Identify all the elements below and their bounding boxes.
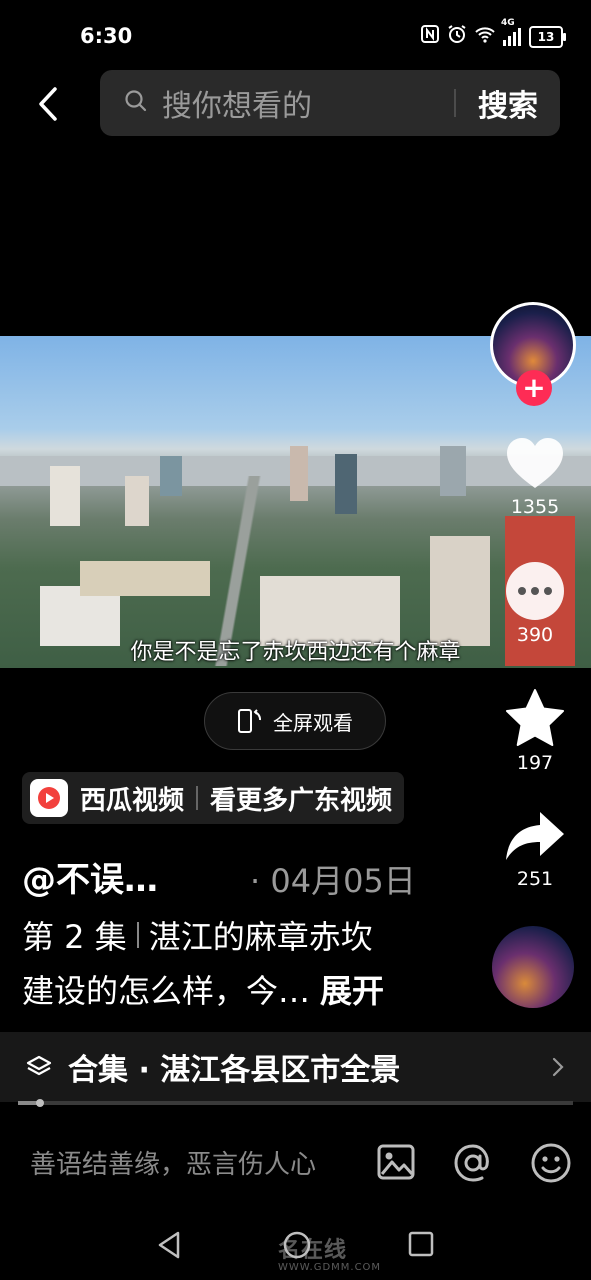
collection-label: 合集 · 湛江各县区市全景	[68, 1053, 401, 1088]
nav-back-icon[interactable]	[156, 1230, 182, 1264]
image-upload-icon[interactable]	[376, 1142, 418, 1184]
status-time: 6:30	[80, 24, 133, 48]
post-date: · 04月05日	[250, 862, 416, 900]
music-disc-icon[interactable]	[492, 926, 574, 1008]
promo-divider	[196, 786, 199, 810]
fullscreen-button[interactable]: 全屏观看	[204, 692, 386, 750]
nfc-icon	[421, 25, 439, 48]
share-arrow-icon	[506, 812, 564, 860]
xigua-app-name: 西瓜视频	[80, 785, 185, 816]
post-title-part2: 建设的怎么样，今…	[22, 972, 311, 1010]
search-divider	[454, 89, 456, 117]
rotate-screen-icon	[238, 709, 261, 733]
back-arrow-icon	[39, 87, 57, 121]
share-count: 251	[516, 868, 554, 890]
wifi-icon	[475, 25, 495, 48]
follow-button[interactable]: +	[516, 370, 552, 406]
comment-icon	[506, 562, 564, 620]
post-description-line1: 第 2 集 湛江的麻章赤坎	[22, 912, 373, 958]
status-icons: 4G 13	[421, 18, 566, 49]
episode-label: 第 2 集	[22, 918, 127, 956]
chevron-right-icon	[552, 1057, 564, 1077]
xigua-cta: 看更多广东视频	[210, 785, 393, 816]
collection-bar[interactable]: 合集 · 湛江各县区市全景	[0, 1032, 591, 1102]
signal-icon: 4G	[501, 18, 521, 46]
fullscreen-label: 全屏观看	[273, 710, 353, 735]
xigua-promo-tag[interactable]: 西瓜视频 看更多广东视频	[22, 772, 405, 824]
like-button[interactable]: 1355	[498, 436, 572, 518]
share-button[interactable]: 251	[498, 810, 572, 890]
search-bar[interactable]: 搜你想看的 搜索	[100, 70, 560, 136]
layers-icon	[26, 1055, 52, 1076]
comment-count: 390	[516, 624, 554, 646]
battery-indicator: 13	[529, 25, 566, 48]
nav-home-icon[interactable]	[282, 1230, 312, 1264]
episode-divider	[136, 922, 139, 948]
post-description-line2: 建设的怎么样，今… 展开	[22, 966, 384, 1012]
xigua-logo-icon	[30, 779, 68, 817]
nav-recents-icon[interactable]	[408, 1230, 434, 1262]
search-icon	[124, 89, 148, 117]
expand-button[interactable]: 展开	[320, 972, 384, 1010]
post-title-part1: 湛江的麻章赤坎	[148, 918, 373, 956]
video-progress-bar[interactable]	[18, 1101, 573, 1105]
mention-icon[interactable]	[452, 1142, 494, 1184]
comment-input[interactable]: 善语结善缘，恶言伤人心	[30, 1144, 316, 1181]
back-button[interactable]	[28, 82, 68, 126]
star-icon	[506, 689, 564, 746]
favorite-button[interactable]: 197	[498, 688, 572, 774]
video-progress-handle[interactable]	[36, 1099, 44, 1107]
search-input[interactable]: 搜你想看的	[162, 81, 454, 125]
heart-icon	[507, 438, 563, 488]
author-name[interactable]: @不误…	[22, 852, 158, 901]
alarm-icon	[447, 24, 467, 49]
battery-level: 13	[537, 29, 555, 44]
like-count: 1355	[510, 496, 560, 518]
comment-button[interactable]: 390	[498, 562, 572, 646]
network-type: 4G	[501, 17, 515, 28]
favorite-count: 197	[516, 752, 554, 774]
emoji-icon[interactable]	[530, 1142, 572, 1184]
search-button[interactable]: 搜索	[478, 81, 538, 125]
